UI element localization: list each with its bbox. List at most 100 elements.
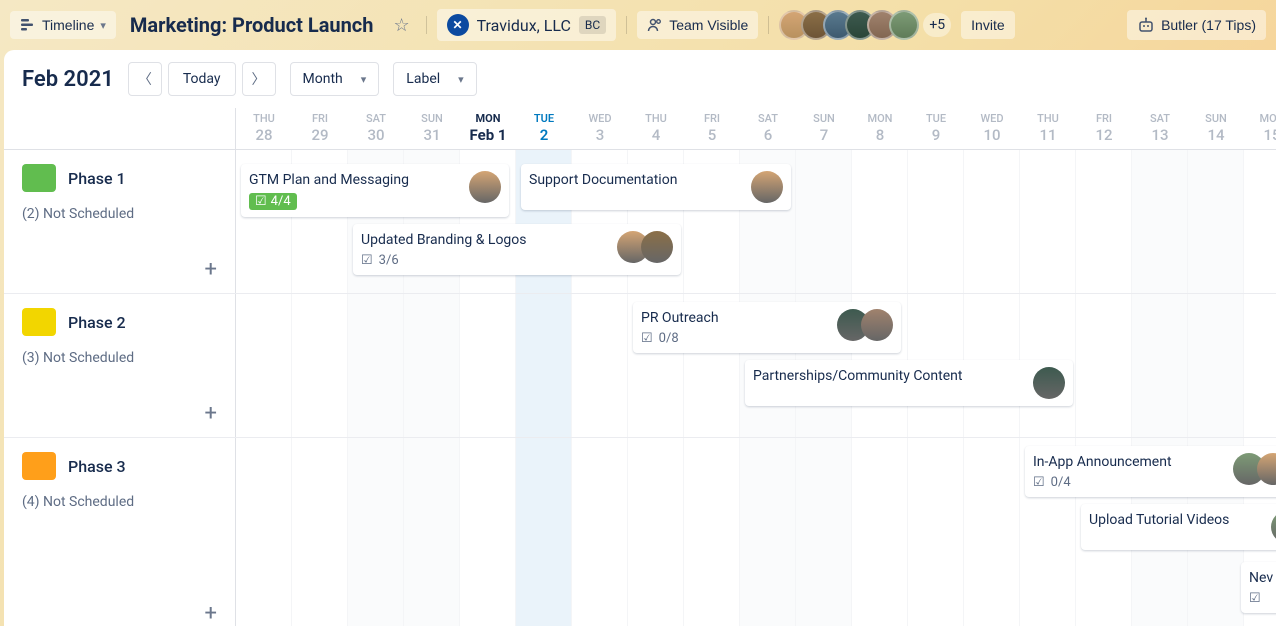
card-members — [1271, 511, 1276, 543]
lane-title[interactable]: Phase 1 — [22, 164, 217, 192]
day-column: THU11 — [1020, 108, 1076, 149]
lane-body[interactable]: In-App Announcement ☑0/4 Upload Tutorial V… — [236, 438, 1276, 626]
divider — [768, 16, 769, 34]
today-button[interactable]: Today — [168, 62, 236, 96]
period-label: Feb 2021 — [22, 67, 114, 92]
day-column: WED3 — [572, 108, 628, 149]
visibility-button[interactable]: Team Visible — [637, 11, 758, 39]
color-swatch — [22, 164, 56, 192]
avatar[interactable] — [889, 10, 919, 40]
workspace-pill[interactable]: ✕ Travidux, LLC BC — [437, 9, 617, 41]
day-column: SUN31 — [404, 108, 460, 149]
day-column: THU28 — [236, 108, 292, 149]
timeline-card[interactable]: Upload Tutorial Videos — [1081, 504, 1276, 550]
lane: Phase 3 (4) Not Scheduled + In-App Announce… — [4, 438, 1276, 626]
day-column: SAT6 — [740, 108, 796, 149]
avatar[interactable] — [861, 309, 893, 341]
card-members — [837, 309, 893, 341]
day-column: FRI29 — [292, 108, 348, 149]
lane-body[interactable]: GTM Plan and Messaging ☑4/4 Support Docume… — [236, 150, 1276, 293]
group-dropdown[interactable]: Label ▾ — [393, 62, 476, 96]
card-title: Upload Tutorial Videos — [1089, 511, 1265, 529]
team-icon — [647, 17, 663, 33]
day-column: SAT30 — [348, 108, 404, 149]
day-column: WED10 — [964, 108, 1020, 149]
date-header: THU28FRI29SAT30SUN31MONFeb 1TUE2WED3THU4… — [4, 108, 1276, 150]
lane: Phase 1 (2) Not Scheduled + GTM Plan and Me… — [4, 150, 1276, 294]
card-title: In-App Announcement — [1033, 453, 1227, 471]
avatar[interactable] — [1271, 511, 1276, 543]
checklist-badge-complete: ☑4/4 — [249, 193, 297, 210]
add-card-button[interactable]: + — [205, 603, 217, 625]
next-button[interactable]: 〉 — [242, 62, 276, 96]
prev-button[interactable]: 〈 — [128, 62, 162, 96]
checklist-badge: ☑0/8 — [641, 331, 831, 346]
workspace-name: Travidux, LLC — [477, 16, 571, 35]
chevron-down-icon: ▾ — [100, 19, 106, 32]
checklist-badge: ☑3/6 — [361, 253, 611, 268]
board-title[interactable]: Marketing: Product Launch — [126, 13, 378, 37]
butler-button[interactable]: Butler (17 Tips) — [1127, 10, 1266, 40]
day-column: TUE9 — [908, 108, 964, 149]
timeline-card[interactable]: Support Documentation — [521, 164, 791, 210]
day-column: TUE2 — [516, 108, 572, 149]
member-avatars[interactable]: +5 — [779, 10, 951, 40]
card-title: Partnerships/Community Content — [753, 367, 1027, 385]
day-column: FRI12 — [1076, 108, 1132, 149]
timeline-main: Feb 2021 〈 Today 〉 Month ▾ Label ▾ THU28… — [4, 50, 1276, 626]
card-members — [1033, 367, 1065, 399]
card-members — [1233, 453, 1276, 485]
lane-sidebar: Phase 3 (4) Not Scheduled + — [4, 438, 236, 626]
day-column: SAT13 — [1132, 108, 1188, 149]
unscheduled-count[interactable]: (4) Not Scheduled — [22, 494, 217, 510]
chevron-down-icon: ▾ — [458, 73, 464, 86]
add-card-button[interactable]: + — [205, 403, 217, 425]
day-column: MON8 — [852, 108, 908, 149]
chevron-down-icon: ▾ — [361, 73, 367, 86]
avatar[interactable] — [751, 171, 783, 203]
timeline-card[interactable]: PR Outreach ☑0/8 — [633, 302, 901, 353]
day-column: MON15 — [1244, 108, 1276, 149]
timeline-toolbar: Feb 2021 〈 Today 〉 Month ▾ Label ▾ — [4, 50, 1276, 108]
day-column: MONFeb 1 — [460, 108, 516, 149]
timeline-card[interactable]: In-App Announcement ☑0/4 — [1025, 446, 1276, 497]
workspace-icon: ✕ — [447, 14, 469, 36]
scale-label: Month — [303, 71, 343, 87]
invite-button[interactable]: Invite — [961, 11, 1014, 39]
star-button[interactable]: ☆ — [387, 9, 415, 42]
workspace-badge: BC — [579, 16, 606, 34]
avatar[interactable] — [1033, 367, 1065, 399]
timeline-icon — [20, 17, 36, 33]
card-title: PR Outreach — [641, 309, 831, 327]
unscheduled-count[interactable]: (2) Not Scheduled — [22, 206, 217, 222]
add-card-button[interactable]: + — [205, 259, 217, 281]
timeline-grid: THU28FRI29SAT30SUN31MONFeb 1TUE2WED3THU4… — [4, 108, 1276, 626]
timeline-card[interactable]: Partnerships/Community Content — [745, 360, 1073, 406]
day-column: THU4 — [628, 108, 684, 149]
butler-icon — [1137, 16, 1155, 34]
group-label: Label — [406, 71, 440, 87]
lane-body[interactable]: PR Outreach ☑0/8 Partnerships/Community Co… — [236, 294, 1276, 437]
card-title: GTM Plan and Messaging — [249, 171, 463, 189]
color-swatch — [22, 308, 56, 336]
card-title: Updated Branding & Logos — [361, 231, 611, 249]
more-members[interactable]: +5 — [923, 13, 951, 37]
avatar[interactable] — [469, 171, 501, 203]
checklist-badge: ☑0/4 — [1033, 475, 1227, 490]
timeline-card[interactable]: GTM Plan and Messaging ☑4/4 — [241, 164, 509, 217]
divider — [626, 16, 627, 34]
lane: Phase 2 (3) Not Scheduled + PR Outreach ☑0/8… — [4, 294, 1276, 438]
scale-dropdown[interactable]: Month ▾ — [290, 62, 380, 96]
view-label: Timeline — [42, 17, 94, 33]
card-members — [469, 171, 501, 203]
avatar[interactable] — [641, 231, 673, 263]
timeline-card[interactable]: Updated Branding & Logos ☑3/6 — [353, 224, 681, 275]
card-title: Nev — [1249, 569, 1276, 587]
lane-title[interactable]: Phase 3 — [22, 452, 217, 480]
visibility-label: Team Visible — [669, 17, 748, 33]
lane-title[interactable]: Phase 2 — [22, 308, 217, 336]
card-title: Support Documentation — [529, 171, 745, 189]
timeline-card[interactable]: Nev☑ — [1241, 562, 1276, 613]
view-switcher[interactable]: Timeline ▾ — [10, 11, 116, 39]
unscheduled-count[interactable]: (3) Not Scheduled — [22, 350, 217, 366]
